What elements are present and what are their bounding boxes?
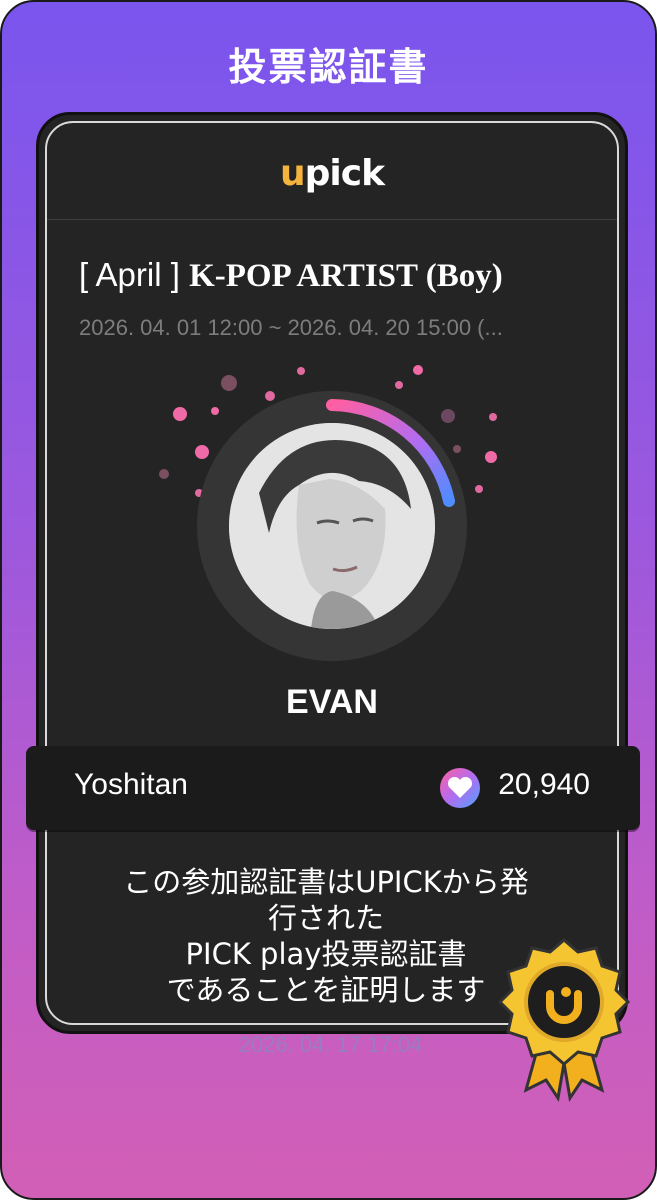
certificate-frame: 投票認証書 upick [ April ] K-POP ARTIST (Boy)…	[0, 0, 657, 1200]
decor-dot	[159, 469, 169, 479]
artist-name: EVAN	[286, 683, 378, 721]
certificate-line: この参加認証書はUPICKから発	[123, 865, 529, 899]
decor-dot	[297, 367, 305, 375]
decor-dot	[485, 451, 497, 463]
artist-photo	[229, 423, 435, 629]
decor-dot	[395, 381, 403, 389]
decor-dot	[221, 375, 237, 391]
voter-name: Yoshitan	[74, 768, 188, 801]
decor-dot	[475, 485, 483, 493]
vote-count: 20,940	[498, 768, 590, 801]
page-title: 投票認証書	[228, 45, 429, 89]
vote-summary-bar: Yoshitan 20,940	[26, 746, 640, 830]
decor-dot	[173, 407, 187, 421]
artist-portrait	[229, 423, 435, 629]
award-seal-icon	[496, 932, 632, 1102]
decor-dot	[489, 413, 497, 421]
certificate-line: 行された	[267, 901, 384, 935]
decor-dot	[413, 365, 423, 375]
heart-icon	[440, 768, 480, 808]
